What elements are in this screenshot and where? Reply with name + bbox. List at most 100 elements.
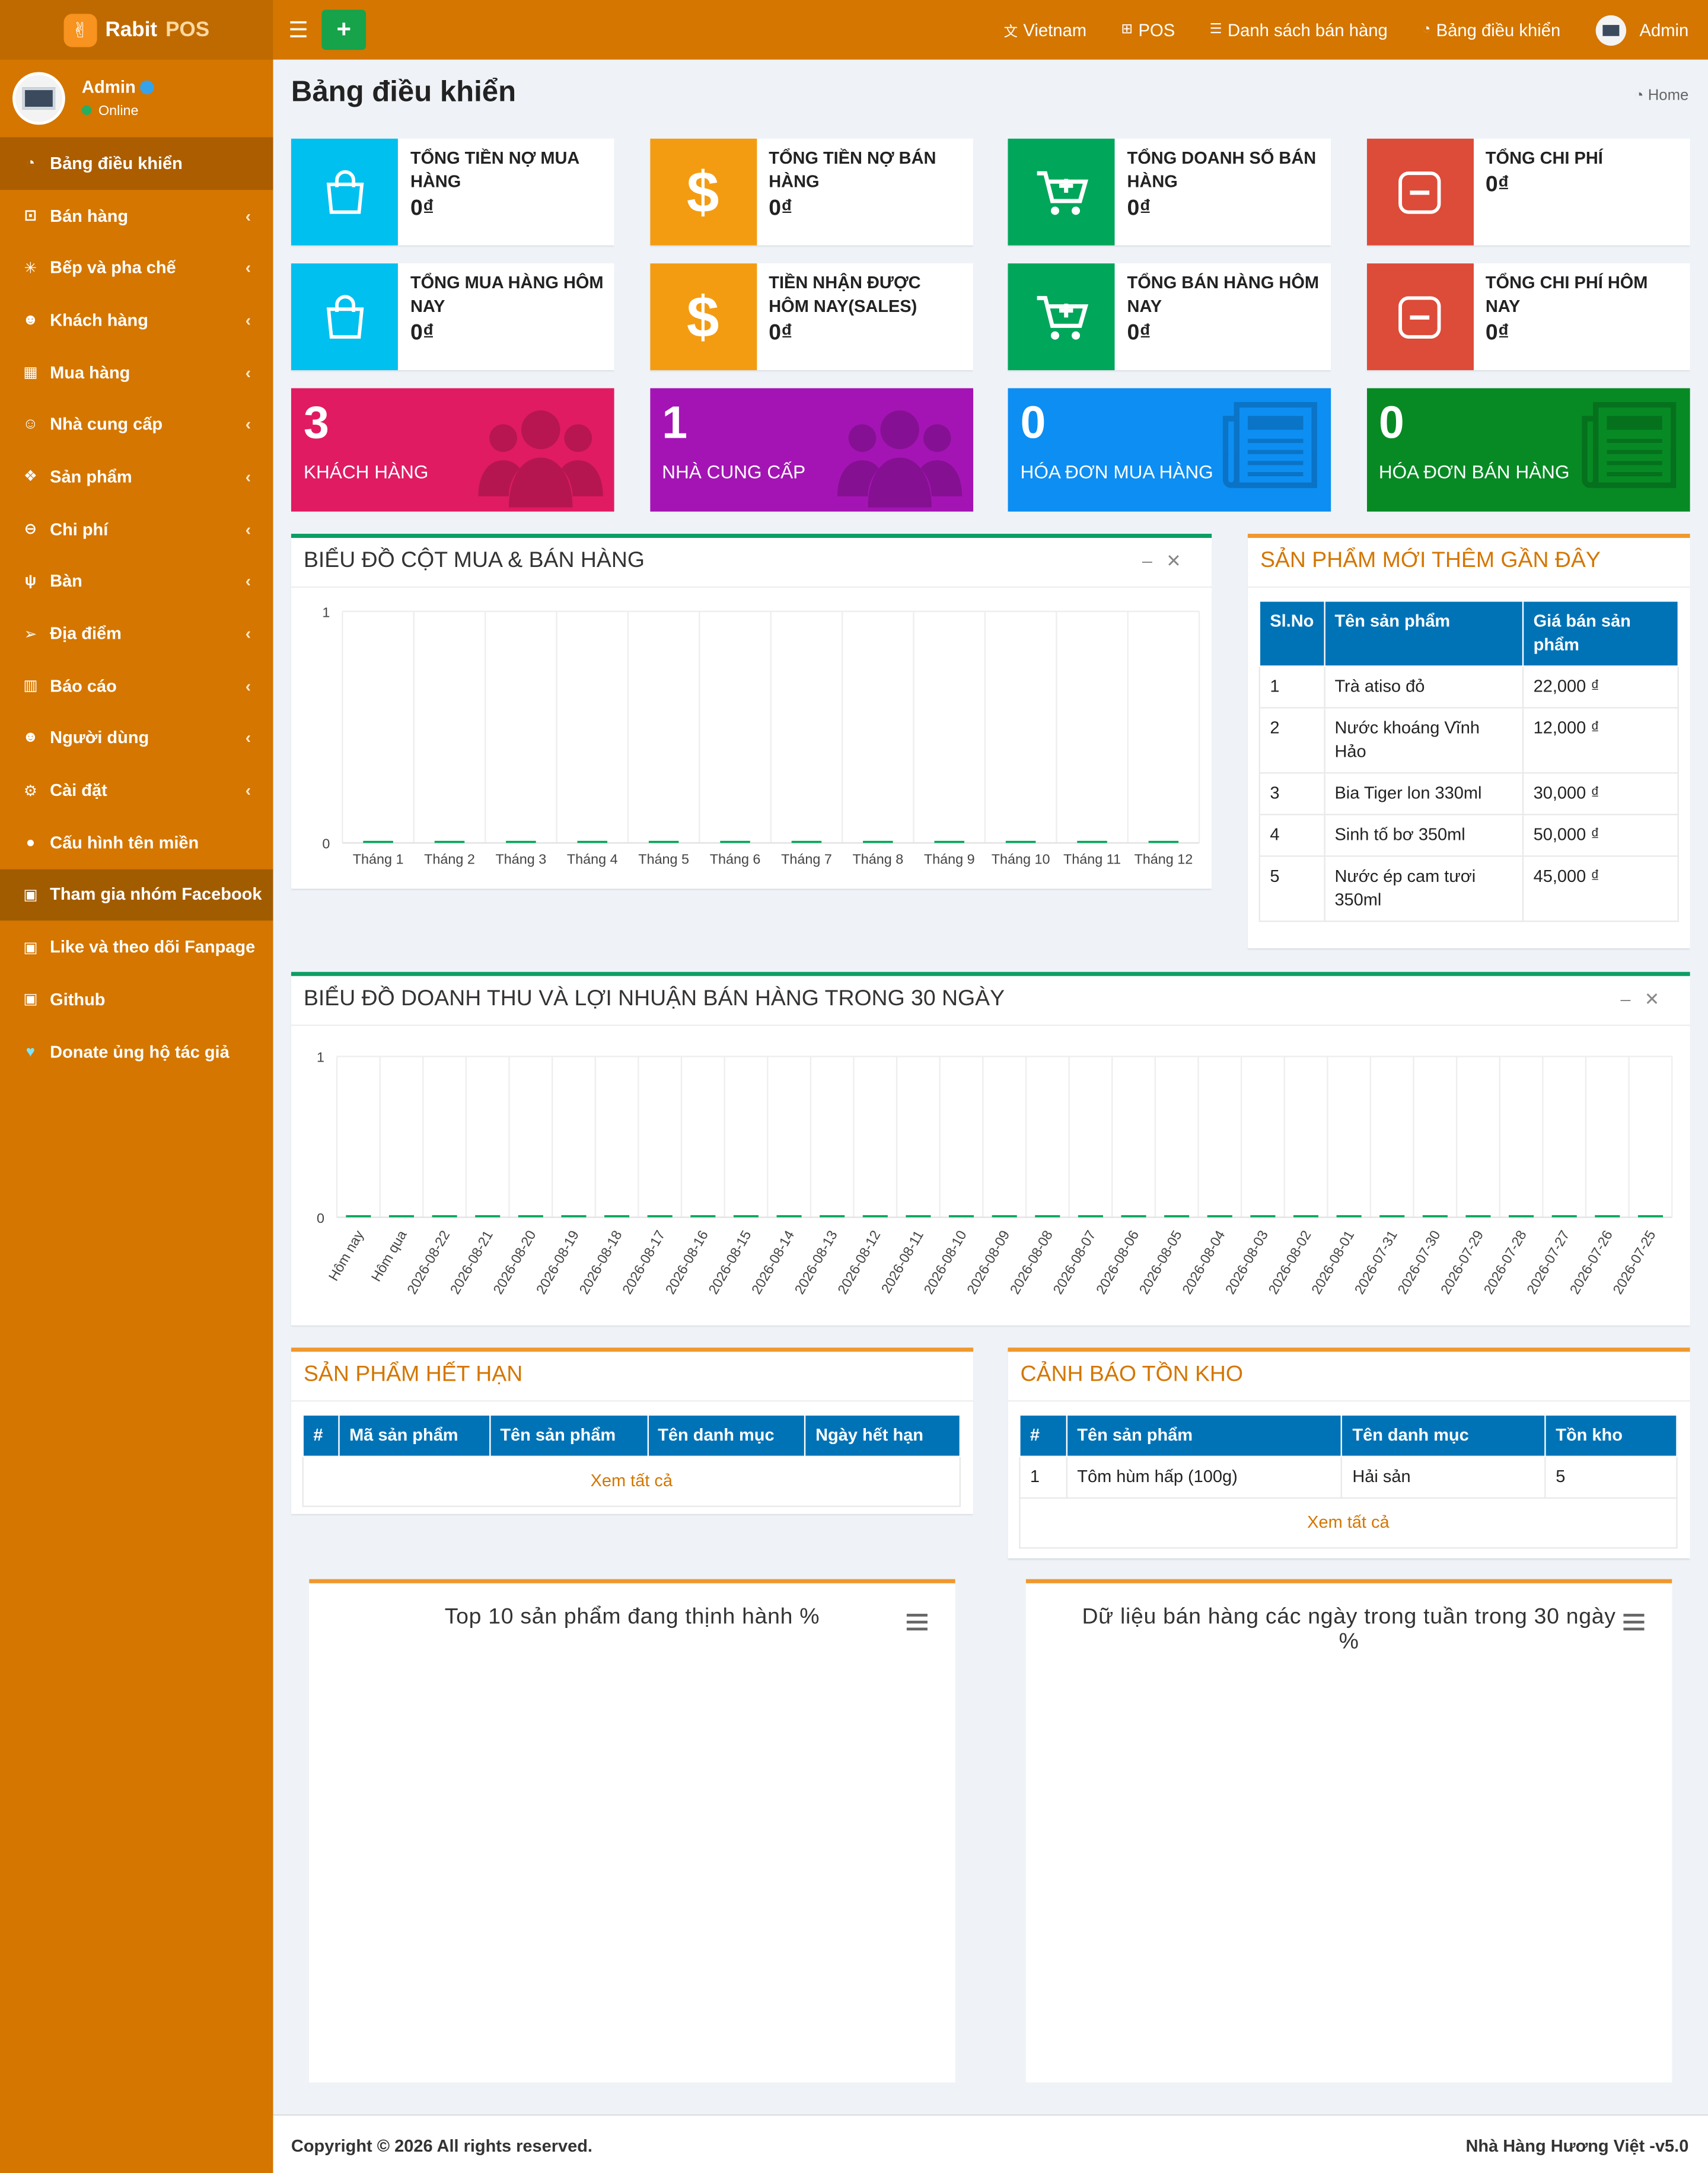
info-box: TỔNG DOANH SỐ BÁN HÀNG 0₫ [1008,138,1331,246]
x-tick-label: 2026-08-07 [1050,1228,1098,1296]
sidebar-item[interactable]: ▥ Báo cáo ‹ [0,659,273,712]
bar [948,1215,974,1218]
nav-dashboard[interactable]: ◔ Bảng điều khiển [1422,20,1560,40]
stat-box[interactable]: 0 HÓA ĐƠN MUA HÀNG [1008,388,1331,512]
stat-number: 0 [1020,396,1046,448]
x-tick-label: Tháng 8 [852,851,903,866]
sidebar-item[interactable]: ☻ Người dùng ‹ [0,712,273,764]
users-icon: ☻ [22,311,39,329]
user-plus-icon: ☺ [23,416,39,434]
menu-toggle-icon[interactable]: ☰ [288,16,308,44]
nav-language[interactable]: 文 Vietnam [1004,20,1086,40]
bar-chart: 0 1 Tháng 1 Tháng 2 Tháng 3 Tháng 4 Tháng 5 Thá… [322,604,1200,866]
sidebar-item-label: Địa điểm [50,624,122,643]
table-header: Tên danh mục [1341,1414,1546,1457]
user-menu[interactable]: Admin [1595,14,1688,45]
bar [432,1215,457,1218]
users-icon [836,399,962,511]
close-icon[interactable]: ✕ [1166,550,1195,571]
heart-icon: ♥ [26,1043,36,1060]
shopping-bag-icon [291,138,398,246]
panel-controls: –✕ [1620,989,1673,1011]
stat-box[interactable]: 0 HÓA ĐƠN BÁN HÀNG [1366,388,1690,512]
top-products-chart: Top 10 sản phẩm đang thịnh hành % [309,1579,955,2083]
sidebar-item[interactable]: ▣ Like và theo dõi Fanpage [0,921,273,973]
sidebar-item[interactable]: ✳ Bếp và pha chế ‹ [0,242,273,294]
stock-warning-table: # Tên sản phẩm Tên danh mục Tồn kho 1 Tôm hù… [1019,1414,1678,1549]
x-tick-label: Hôm nay [326,1228,367,1283]
sidebar-item-label: Sản phẩm [50,467,132,487]
info-box-label: TỔNG DOANH SỐ BÁN HÀNG [1127,148,1317,192]
panel-controls: –✕ [1142,550,1195,572]
brand-name-pos: POS [165,18,210,42]
view-all-link[interactable]: Xem tất cả [1019,1497,1678,1549]
footer: Copyright © 2026 All rights reserved. Nh… [273,2114,1708,2173]
x-tick-label: Tháng 1 [353,851,404,866]
collapse-icon[interactable]: – [1142,550,1166,571]
bar [518,1215,543,1218]
nav-pos[interactable]: ⊞ POS [1121,20,1175,40]
sidebar-item[interactable]: ● Cấu hình tên miền [0,817,273,869]
sidebar-item[interactable]: ⊡ Bán hàng ‹ [0,190,273,242]
svg-text:$: $ [687,286,719,348]
dollar-icon: $ [649,138,757,246]
x-tick-label: 2026-08-08 [1007,1228,1056,1296]
info-box: TỔNG MUA HÀNG HÔM NAY 0₫ [291,263,614,371]
sidebar-item[interactable]: ☻ Khách hàng ‹ [0,294,273,346]
x-tick-label: 2026-08-22 [404,1228,453,1296]
bar [1077,840,1107,843]
sidebar-item[interactable]: ▣ Tham gia nhóm Facebook [0,868,273,921]
copyright: Copyright © 2026 All rights reserved. [291,2136,592,2156]
users-icon: ☻ [22,729,39,747]
table-header: Ngày hết hạn [804,1414,961,1457]
weekday-sales-chart: Dữ liệu bán hàng các ngày trong tuần tro… [1025,1579,1672,2083]
sidebar-item[interactable]: ▣ Github [0,973,273,1025]
sidebar-item[interactable]: ⊖ Chi phí ‹ [0,503,273,555]
add-button[interactable]: + [321,9,367,50]
bar [1078,1215,1103,1218]
stat-box[interactable]: 3 KHÁCH HÀNG [291,388,614,512]
sidebar-item-label: Github [50,989,106,1009]
close-icon[interactable]: ✕ [1645,989,1674,1009]
x-tick-label: 2026-08-02 [1265,1228,1314,1296]
sidebar-item[interactable]: ➢ Địa điểm ‹ [0,607,273,659]
collapse-icon[interactable]: – [1620,989,1644,1009]
table-header: Tên danh mục [646,1414,806,1457]
new-products-table: Sl.No Tên sản phẩm Giá bán sản phẩm 1 Trà a… [1258,600,1679,922]
sidebar-item[interactable]: ◔ Bảng điều khiển [0,137,273,190]
x-tick-label: 2026-08-09 [964,1228,1012,1296]
plus-square-icon: ⊞ [1121,22,1133,38]
sidebar-item[interactable]: ▦ Mua hàng ‹ [0,346,273,399]
cart-plus-icon [1008,263,1115,371]
grid-icon: ▦ [23,365,38,382]
y-tick-label: 0 [322,836,330,852]
nav-label: Bảng điều khiển [1436,20,1561,40]
x-tick-label: 2026-08-16 [662,1228,711,1296]
chevron-left-icon: ‹ [245,206,251,225]
x-tick-label: Tháng 4 [567,851,618,866]
brand[interactable]: ✌ Rabit POS [0,0,273,60]
table-cell: Nước ép cam tươi 350ml [1323,855,1524,922]
table-cell: 2 [1258,707,1325,774]
view-all-link[interactable]: Xem tất cả [302,1455,961,1508]
sidebar: ✌ Rabit POS Admin Online ◔ Bảng điều khiể… [0,0,273,2173]
sidebar-item[interactable]: ♥ Donate ủng hộ tác giả [0,1025,273,1078]
rabbit-logo-icon: ✌ [63,13,97,47]
sidebar-item[interactable]: ψ Bàn ‹ [0,555,273,607]
info-box-label: TỔNG MUA HÀNG HÔM NAY [410,273,604,316]
stat-box[interactable]: 1 NHÀ CUNG CẤP [649,388,973,512]
info-box-value: 0₫ [1127,321,1151,346]
bar [1293,1215,1319,1218]
stat-number: 0 [1378,396,1404,448]
breadcrumb[interactable]: ◔ Home [1634,87,1688,104]
nav-sales-list[interactable]: ☰ Danh sách bán hàng [1210,20,1388,40]
sidebar-item[interactable]: ❖ Sản phẩm ‹ [0,451,273,503]
chevron-left-icon: ‹ [245,624,251,643]
bar [648,840,679,843]
chart-menu-icon[interactable] [906,1614,928,1634]
sidebar-item[interactable]: ☺ Nhà cung cấp ‹ [0,399,273,451]
sidebar-item[interactable]: ⚙ Cài đặt ‹ [0,764,273,817]
chart-menu-icon[interactable] [1623,1614,1645,1634]
stock-warning-panel: CẢNH BÁO TỒN KHO # Tên sản phẩm Tên danh m… [1008,1347,1690,1559]
x-tick-label: 2026-08-17 [619,1228,668,1296]
